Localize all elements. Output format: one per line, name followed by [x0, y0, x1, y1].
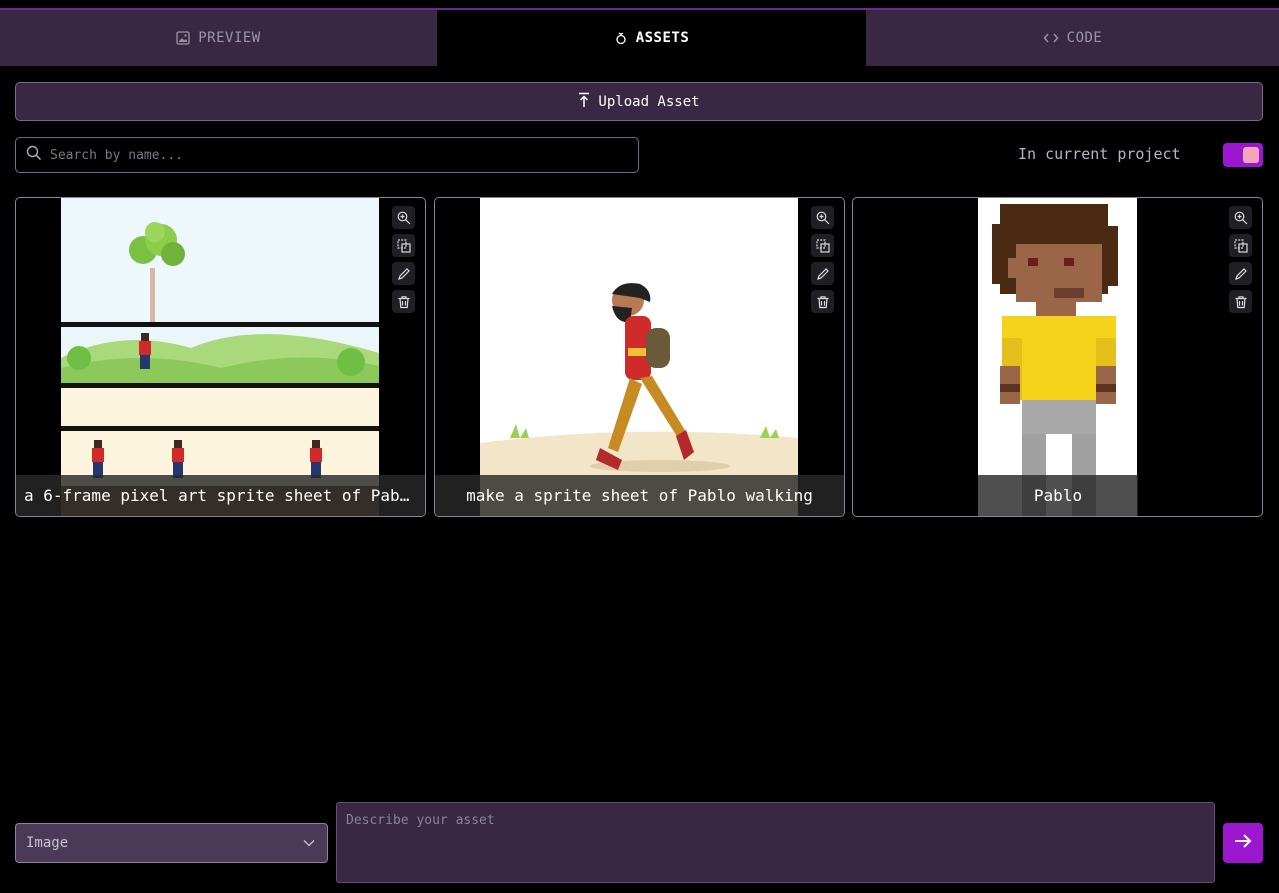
edit-icon[interactable] [1229, 262, 1252, 285]
assets-icon [614, 31, 628, 45]
copy-icon[interactable] [392, 234, 415, 257]
copy-icon[interactable] [1229, 234, 1252, 257]
tab-preview[interactable]: PREVIEW [0, 10, 437, 66]
tab-code[interactable]: CODE [866, 10, 1279, 66]
asset-thumbnail [978, 198, 1137, 516]
chevron-down-icon [303, 835, 315, 851]
zoom-in-icon[interactable] [811, 206, 834, 229]
current-project-filter-label: In current project [1018, 145, 1181, 163]
asset-card[interactable]: a 6-frame pixel art sprite sheet of Pabl… [15, 197, 426, 517]
edit-icon[interactable] [392, 262, 415, 285]
search-input[interactable] [50, 147, 610, 163]
asset-caption: Pablo [978, 475, 1138, 516]
upload-icon [578, 92, 590, 112]
asset-caption: make a sprite sheet of Pablo walking [435, 475, 844, 516]
asset-type-value: Image [26, 835, 69, 851]
toggle-knob [1243, 147, 1259, 163]
trash-icon[interactable] [811, 290, 834, 313]
asset-caption-text: make a sprite sheet of Pablo walking [466, 486, 813, 505]
current-project-toggle[interactable] [1223, 143, 1263, 167]
asset-actions [811, 206, 834, 313]
tab-code-label: CODE [1066, 30, 1103, 46]
asset-caption-text: Pablo [1033, 486, 1083, 505]
asset-caption-text: a 6-frame pixel art sprite sheet of Pabl… [24, 486, 417, 505]
asset-caption: a 6-frame pixel art sprite sheet of Pabl… [16, 475, 425, 516]
zoom-in-icon[interactable] [392, 206, 415, 229]
send-button[interactable] [1223, 823, 1263, 863]
asset-thumbnail [61, 198, 379, 516]
asset-card[interactable]: Pablo [852, 197, 1263, 517]
asset-type-select[interactable]: Image [15, 823, 328, 863]
trash-icon[interactable] [1229, 290, 1252, 313]
search-icon [26, 145, 42, 165]
prompt-box [336, 802, 1215, 883]
asset-actions [1229, 206, 1252, 313]
prompt-input[interactable] [346, 813, 1205, 872]
asset-card[interactable]: make a sprite sheet of Pablo walking [434, 197, 845, 517]
upload-asset-button[interactable]: Upload Asset [15, 82, 1263, 121]
zoom-in-icon[interactable] [1229, 206, 1252, 229]
tab-assets[interactable]: ASSETS [437, 10, 866, 66]
main-tabs: PREVIEW ASSETS CODE [0, 10, 1279, 66]
top-accent-bar [0, 0, 1279, 10]
code-icon [1043, 31, 1059, 45]
asset-thumbnail [480, 198, 798, 516]
tab-assets-label: ASSETS [635, 30, 690, 46]
asset-actions [392, 206, 415, 313]
trash-icon[interactable] [392, 290, 415, 313]
search-box [15, 137, 639, 173]
upload-asset-label: Upload Asset [598, 93, 700, 110]
image-icon [176, 31, 190, 45]
copy-icon[interactable] [811, 234, 834, 257]
tab-preview-label: PREVIEW [198, 30, 261, 46]
arrow-right-icon [1234, 833, 1252, 853]
edit-icon[interactable] [811, 262, 834, 285]
